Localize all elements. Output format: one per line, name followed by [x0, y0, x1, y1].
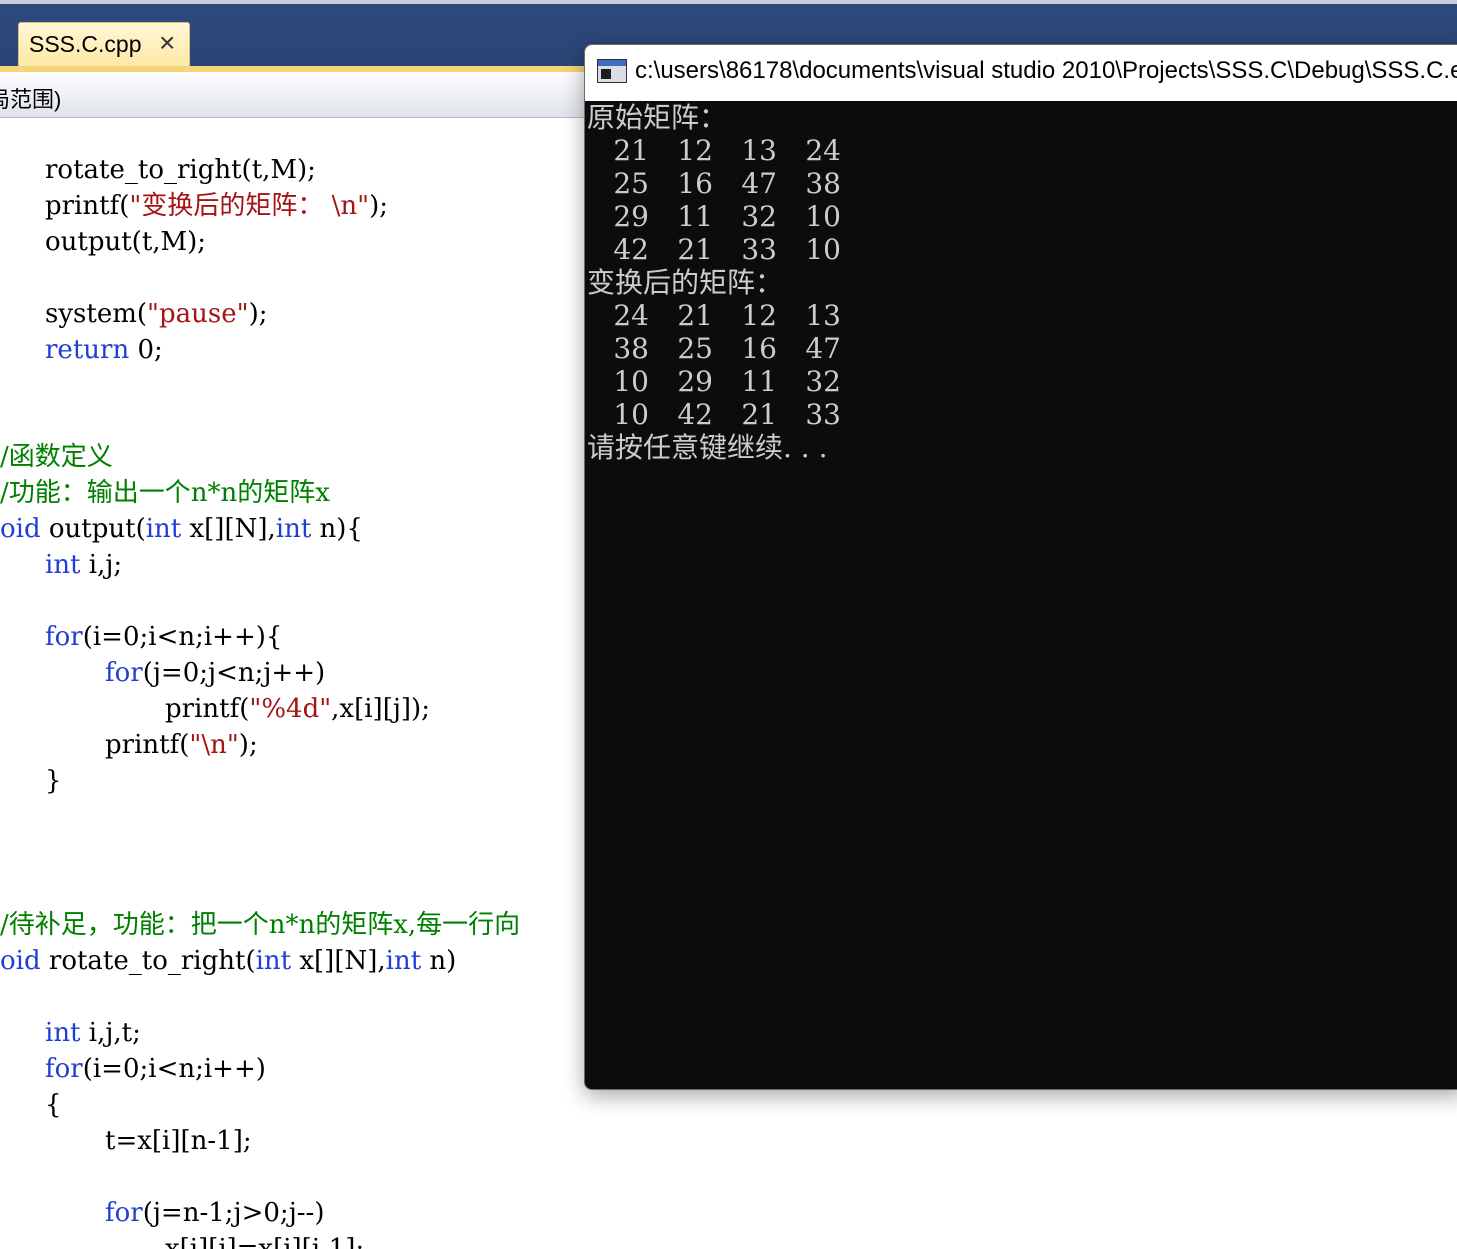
original-matrix-cell: 38: [805, 167, 841, 200]
console-header-transformed: 变换后的矩阵：: [587, 266, 784, 299]
console-header-original: 原始矩阵：: [587, 101, 728, 134]
code-line: printf("%4d",x[i][j]);: [165, 694, 430, 724]
code-line: output(t,M);: [45, 227, 207, 257]
transformed-matrix-row: 38 25 16 47: [585, 332, 885, 365]
transformed-matrix-cell: 42: [677, 398, 713, 431]
code-line: for(i=0;i<n;i++): [45, 1054, 266, 1084]
console-app-icon: [597, 59, 627, 83]
original-matrix-cell: 25: [613, 167, 649, 200]
original-matrix-cell: 24: [805, 134, 841, 167]
original-matrix-cell: 11: [677, 200, 713, 233]
transformed-matrix-cell: 33: [805, 398, 841, 431]
code-line: for(j=0;j<n;j++): [105, 658, 326, 688]
transformed-matrix-cell: 21: [741, 398, 777, 431]
code-editor[interactable]: rotate_to_right(t,M); printf("变换后的矩阵： \n…: [0, 118, 600, 1249]
close-icon[interactable]: ×: [159, 27, 175, 59]
transformed-matrix-cell: 10: [613, 398, 649, 431]
tab-label: SSS.C.cpp: [29, 31, 142, 57]
console-output: 原始矩阵： 21 12 13 24 25 16 47 38 29 11 32 10 42 21 33 10 变…: [585, 101, 1457, 1089]
code-line: return 0;: [45, 335, 163, 365]
transformed-matrix-cell: 16: [741, 332, 777, 365]
code-line: oid rotate_to_right(int x[][N],int n): [0, 946, 457, 976]
original-matrix-cell: 47: [741, 167, 777, 200]
code-line: system("pause");: [45, 299, 268, 329]
console-press-any-key: 请按任意键继续. . .: [587, 431, 828, 464]
console-titlebar[interactable]: c:\users\86178\documents\visual studio 2…: [585, 45, 1457, 101]
original-matrix-cell: 21: [613, 134, 649, 167]
transformed-matrix-row: 10 29 11 32: [585, 365, 885, 398]
original-matrix-row: 25 16 47 38: [585, 167, 885, 200]
code-comment: /待补足，功能：把一个n*n的矩阵x,每一行向: [0, 910, 521, 940]
original-matrix-cell: 42: [613, 233, 649, 266]
original-matrix-cell: 32: [741, 200, 777, 233]
code-comment: /功能：输出一个n*n的矩阵x: [0, 478, 330, 508]
transformed-matrix-cell: 38: [613, 332, 649, 365]
active-tab-accent: [0, 66, 600, 72]
code-line: int i,j;: [45, 550, 123, 580]
transformed-matrix-cell: 11: [741, 365, 777, 398]
scope-dropdown[interactable]: 局范围): [0, 74, 600, 118]
scope-label: 局范围): [0, 87, 62, 112]
original-matrix-row: 29 11 32 10: [585, 200, 885, 233]
transformed-matrix-cell: 12: [741, 299, 777, 332]
transformed-matrix-cell: 10: [613, 365, 649, 398]
original-matrix-cell: 33: [741, 233, 777, 266]
transformed-matrix-row: 10 42 21 33: [585, 398, 885, 431]
code-line: t=x[i][n-1];: [105, 1126, 252, 1156]
code-line: for(i=0;i<n;i++){: [45, 622, 283, 652]
original-matrix-cell: 10: [805, 200, 841, 233]
original-matrix-cell: 16: [677, 167, 713, 200]
code-line: x[i][j]=x[i][j-1];: [165, 1234, 365, 1249]
code-line: {: [45, 1090, 62, 1120]
original-matrix-cell: 29: [613, 200, 649, 233]
transformed-matrix-cell: 13: [805, 299, 841, 332]
original-matrix-cell: 21: [677, 233, 713, 266]
code-line: }: [45, 766, 62, 796]
code-line: printf("\n");: [105, 730, 258, 760]
ide-top-border: [0, 0, 1457, 4]
original-matrix-row: 21 12 13 24: [585, 134, 885, 167]
code-line: int i,j,t;: [45, 1018, 141, 1048]
transformed-matrix-cell: 29: [677, 365, 713, 398]
original-matrix-cell: 10: [805, 233, 841, 266]
code-line: for(j=n-1;j>0;j--): [105, 1198, 325, 1228]
original-matrix-row: 42 21 33 10: [585, 233, 885, 266]
tab-sss-c-cpp[interactable]: SSS.C.cpp ×: [18, 22, 190, 66]
transformed-matrix-cell: 32: [805, 365, 841, 398]
code-line: printf("变换后的矩阵： \n");: [45, 191, 388, 221]
transformed-matrix-cell: 47: [805, 332, 841, 365]
code-comment: /函数定义: [0, 442, 113, 472]
console-window[interactable]: c:\users\86178\documents\visual studio 2…: [584, 44, 1457, 1090]
transformed-matrix-row: 24 21 12 13: [585, 299, 885, 332]
transformed-matrix-cell: 24: [613, 299, 649, 332]
original-matrix-cell: 13: [741, 134, 777, 167]
transformed-matrix-cell: 21: [677, 299, 713, 332]
code-line: rotate_to_right(t,M);: [45, 155, 316, 185]
code-line: oid output(int x[][N],int n){: [0, 514, 363, 544]
transformed-matrix-cell: 25: [677, 332, 713, 365]
console-title: c:\users\86178\documents\visual studio 2…: [635, 57, 1457, 84]
original-matrix-cell: 12: [677, 134, 713, 167]
